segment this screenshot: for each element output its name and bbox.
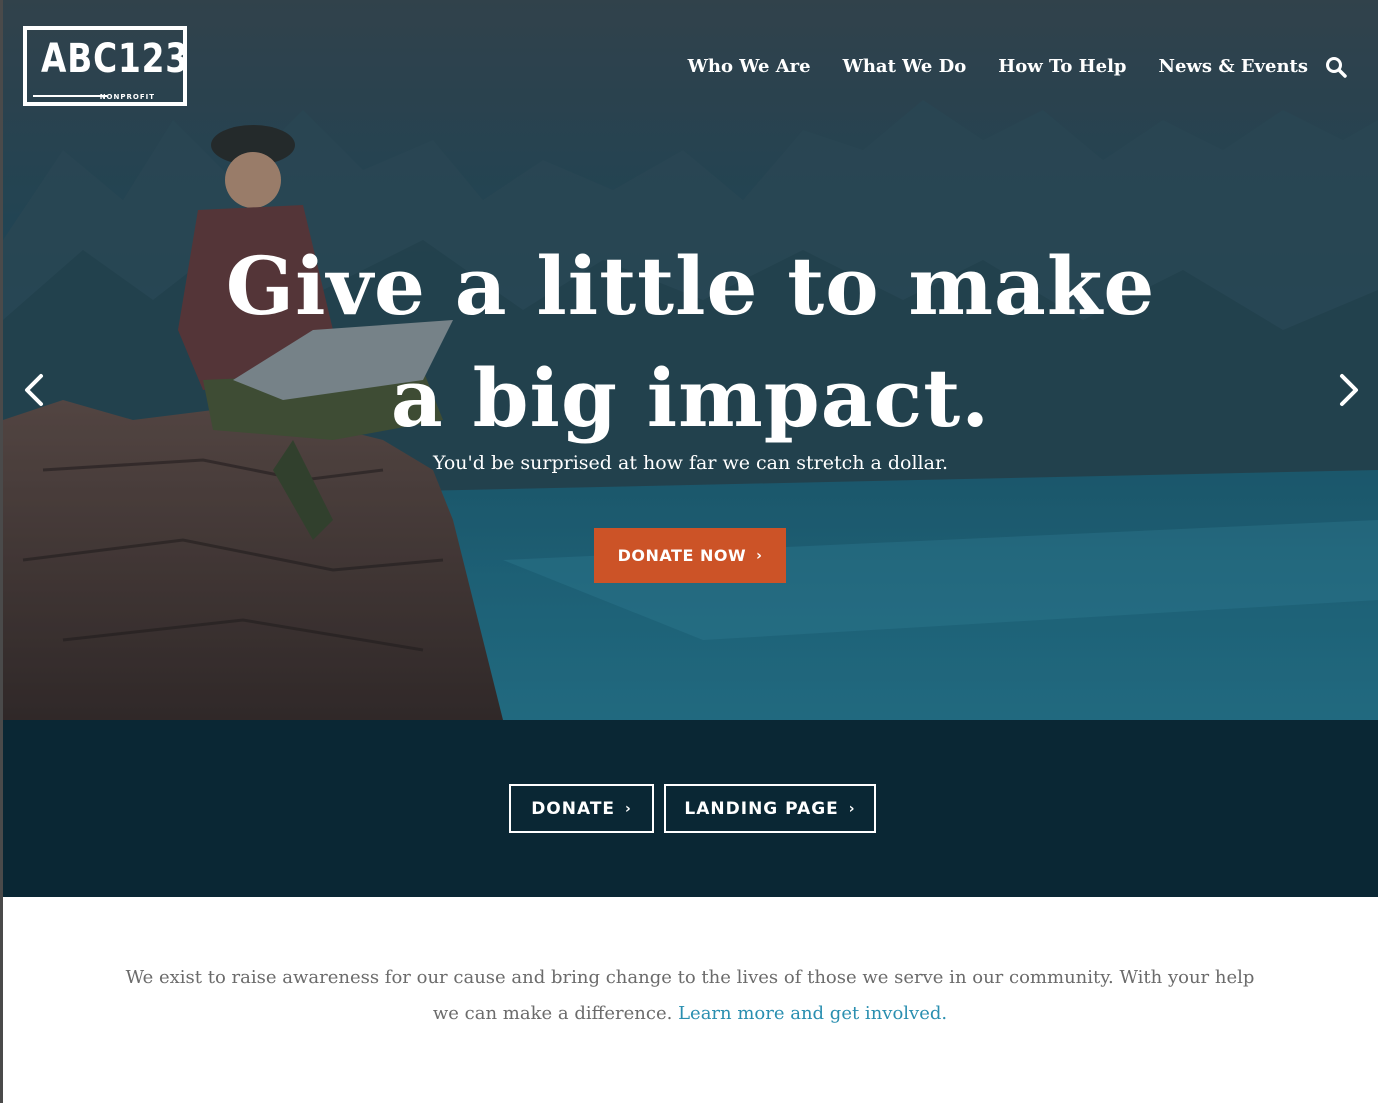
hero-subheadline: You'd be surprised at how far we can str… xyxy=(432,452,949,474)
page-left-border xyxy=(0,0,3,1103)
logo-wordmark: ABC123 xyxy=(41,36,189,82)
donate-now-button[interactable]: DONATE NOW › xyxy=(594,528,786,583)
hero-headline: Give a little to make a big impact. xyxy=(3,230,1378,454)
nav-item-what-we-do[interactable]: What We Do xyxy=(843,56,967,77)
hero-headline-line-1: Give a little to make xyxy=(225,239,1156,333)
logo-underline xyxy=(33,95,107,97)
chevron-right-small-icon: › xyxy=(625,800,632,817)
nav-item-who-we-are[interactable]: Who We Are xyxy=(688,56,811,77)
chevron-right-small-icon: › xyxy=(848,800,856,817)
learn-more-link[interactable]: Learn more and get involved. xyxy=(678,1003,947,1024)
nav-item-how-to-help[interactable]: How To Help xyxy=(998,56,1126,77)
hero-slider: ABC123 NONPROFIT Who We Are What We Do H… xyxy=(3,0,1378,720)
donate-now-label: DONATE NOW xyxy=(617,546,747,565)
action-band: DONATE › LANDING PAGE › xyxy=(3,720,1378,897)
nav-item-news-events[interactable]: News & Events xyxy=(1159,56,1308,77)
donate-button-label: DONATE xyxy=(531,798,616,819)
landing-page-button[interactable]: LANDING PAGE › xyxy=(664,784,876,833)
logo-subtext: NONPROFIT xyxy=(99,93,155,101)
donate-button[interactable]: DONATE › xyxy=(509,784,654,833)
search-icon[interactable] xyxy=(1324,55,1348,79)
intro-paragraph: We exist to raise awareness for our caus… xyxy=(110,960,1270,1032)
hero-headline-line-2: a big impact. xyxy=(390,351,991,445)
landing-page-button-label: LANDING PAGE xyxy=(684,798,839,819)
main-nav: Who We Are What We Do How To Help News &… xyxy=(688,56,1308,77)
chevron-right-small-icon: › xyxy=(756,547,763,564)
site-logo[interactable]: ABC123 NONPROFIT xyxy=(23,26,189,106)
